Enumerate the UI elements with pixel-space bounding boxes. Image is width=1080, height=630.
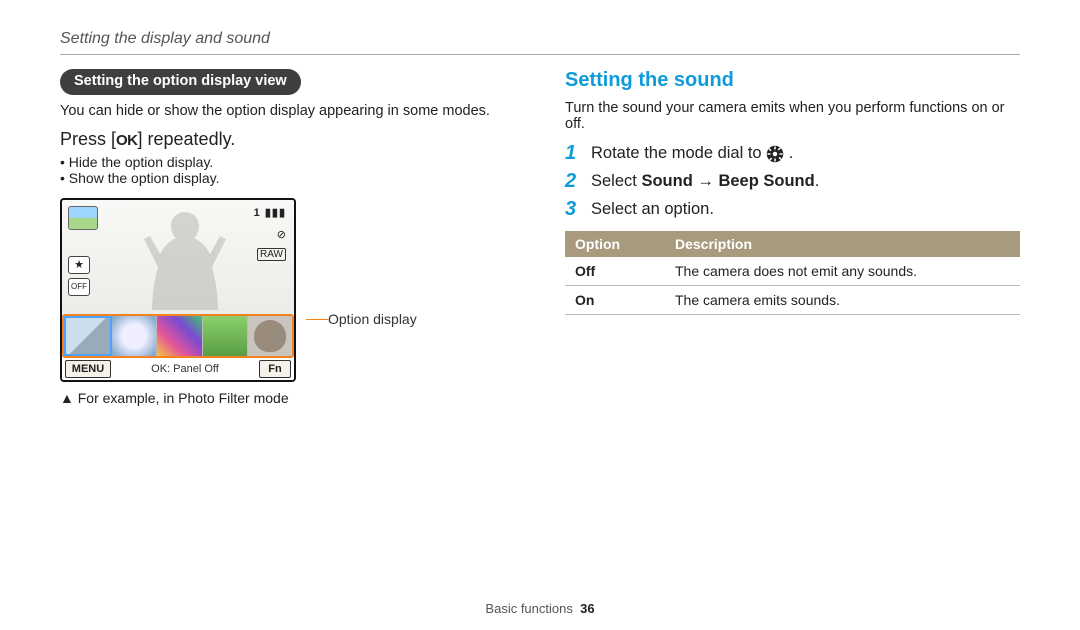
- raw-icon: RAW: [257, 248, 286, 261]
- manual-page: Setting the display and sound Setting th…: [0, 0, 1080, 630]
- step2-sound: Sound: [641, 172, 692, 190]
- step-item: Select Sound → Beep Sound.: [565, 170, 1020, 193]
- ok-key-label: OK: [116, 132, 138, 149]
- step2-pre: Select: [591, 172, 641, 190]
- footer-chapter: Basic functions: [485, 601, 572, 616]
- list-item: Show the option display.: [60, 170, 515, 186]
- panel-off-label: OK: Panel Off: [111, 363, 259, 375]
- header-rule: [60, 54, 1020, 55]
- step-item: Rotate the mode dial to .: [565, 142, 1020, 165]
- table-row: On The camera emits sounds.: [565, 286, 1020, 315]
- filter-thumb-5: [248, 316, 292, 356]
- subheading-pill: Setting the option display view: [60, 69, 301, 95]
- step2-post: .: [815, 172, 820, 190]
- press-text-pre: Press [: [60, 129, 116, 149]
- running-header: Setting the display and sound: [60, 30, 1020, 48]
- filter-thumb-4: [203, 316, 248, 356]
- star-icon: ★: [68, 256, 90, 274]
- footer-page-number: 36: [580, 601, 594, 616]
- filter-thumb-1: [64, 316, 112, 356]
- press-text-post: ] repeatedly.: [138, 129, 236, 149]
- opt-name: Off: [565, 257, 665, 286]
- callout-line: [306, 319, 328, 320]
- list-item: Hide the option display.: [60, 154, 515, 170]
- opt-desc: The camera emits sounds.: [665, 286, 1020, 315]
- section-heading: Setting the sound: [565, 69, 1020, 92]
- person-silhouette-icon: [140, 204, 230, 310]
- col-option: Option: [565, 231, 665, 257]
- options-table: Option Description Off The camera does n…: [565, 231, 1020, 315]
- histogram-thumbnail-icon: [68, 206, 98, 230]
- press-instruction: Press [OK] repeatedly.: [60, 129, 515, 150]
- page-footer: Basic functions 36: [0, 601, 1080, 616]
- filter-thumb-3: [157, 316, 202, 356]
- lcd-illustration: ★ OFF 1 ▮▮▮ ⊘ RAW MENU: [60, 198, 296, 382]
- menu-softkey: MENU: [65, 360, 111, 378]
- numbered-steps: Rotate the mode dial to . Select Sound →…: [565, 142, 1020, 221]
- filter-thumb-2: [112, 316, 157, 356]
- two-column-layout: Setting the option display view You can …: [60, 69, 1020, 406]
- flash-off-icon: ⊘: [277, 228, 286, 241]
- opt-desc: The camera does not emit any sounds.: [665, 257, 1020, 286]
- lcd-softkey-bar: MENU OK: Panel Off Fn: [62, 358, 294, 380]
- right-intro-text: Turn the sound your camera emits when yo…: [565, 100, 1020, 132]
- left-column: Setting the option display view You can …: [60, 69, 515, 406]
- hide-show-list: Hide the option display. Show the option…: [60, 154, 515, 186]
- right-column: Setting the sound Turn the sound your ca…: [565, 69, 1020, 406]
- settings-dial-icon: [766, 145, 784, 163]
- col-description: Description: [665, 231, 1020, 257]
- step1-post: .: [789, 144, 794, 162]
- shot-counter: 1 ▮▮▮: [254, 206, 286, 219]
- step1-pre: Rotate the mode dial to: [591, 144, 766, 162]
- lcd-illustration-row: ★ OFF 1 ▮▮▮ ⊘ RAW MENU: [60, 198, 515, 382]
- callout-label: Option display: [328, 311, 417, 327]
- step-item: Select an option.: [565, 198, 1020, 221]
- step2-beepsound: Beep Sound: [718, 172, 814, 190]
- step2-arrow: →: [693, 172, 719, 190]
- table-row: Off The camera does not emit any sounds.: [565, 257, 1020, 286]
- figure-caption: ▲ For example, in Photo Filter mode: [60, 390, 515, 406]
- fn-softkey: Fn: [259, 360, 291, 378]
- lcd-viewfinder: ★ OFF 1 ▮▮▮ ⊘ RAW: [62, 200, 294, 314]
- step3-text: Select an option.: [591, 200, 714, 219]
- opt-name: On: [565, 286, 665, 315]
- option-display-strip: [62, 314, 294, 358]
- off-icon: OFF: [68, 278, 90, 296]
- left-intro-text: You can hide or show the option display …: [60, 103, 515, 119]
